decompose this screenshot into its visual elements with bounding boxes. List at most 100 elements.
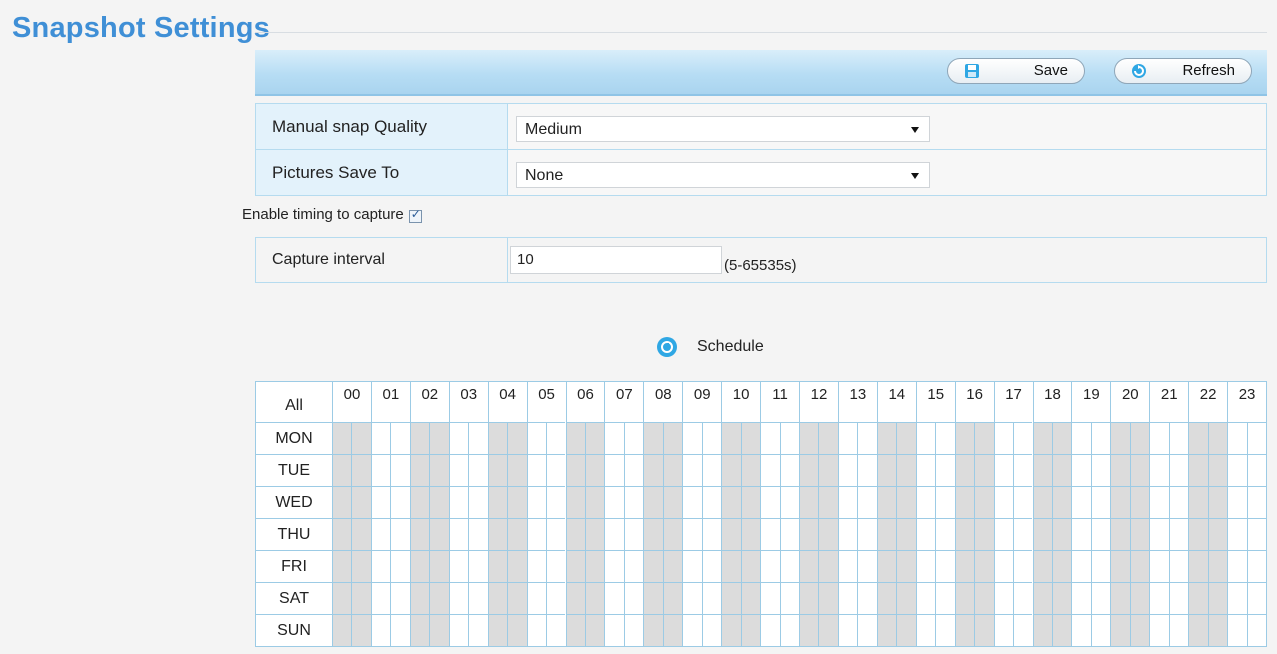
schedule-cell[interactable] bbox=[1090, 518, 1111, 550]
schedule-cell[interactable] bbox=[526, 614, 547, 646]
schedule-cell[interactable] bbox=[993, 422, 1014, 454]
schedule-cell[interactable] bbox=[448, 614, 469, 646]
schedule-cell[interactable] bbox=[896, 454, 916, 486]
schedule-cell[interactable] bbox=[662, 422, 683, 454]
schedule-cell[interactable] bbox=[954, 518, 975, 550]
schedule-cell[interactable] bbox=[896, 486, 916, 518]
schedule-cell[interactable] bbox=[1207, 518, 1228, 550]
schedule-cell[interactable] bbox=[487, 550, 508, 582]
schedule-cell[interactable] bbox=[760, 486, 780, 518]
schedule-cell[interactable] bbox=[409, 486, 430, 518]
hour-header-06[interactable]: 06 bbox=[565, 382, 605, 422]
schedule-cell[interactable] bbox=[565, 518, 585, 550]
schedule-cell[interactable] bbox=[857, 582, 877, 614]
schedule-cell[interactable] bbox=[1207, 550, 1228, 582]
schedule-cell[interactable] bbox=[526, 486, 547, 518]
schedule-cell[interactable] bbox=[1246, 422, 1266, 454]
schedule-cell[interactable] bbox=[623, 582, 644, 614]
schedule-cell[interactable] bbox=[448, 582, 469, 614]
schedule-cell[interactable] bbox=[1129, 422, 1150, 454]
hour-header-17[interactable]: 17 bbox=[993, 382, 1033, 422]
schedule-cell[interactable] bbox=[954, 582, 975, 614]
schedule-cell[interactable] bbox=[896, 614, 916, 646]
hour-header-22[interactable]: 22 bbox=[1188, 382, 1227, 422]
schedule-cell[interactable] bbox=[1149, 454, 1169, 486]
schedule-cell[interactable] bbox=[1013, 614, 1033, 646]
schedule-cell[interactable] bbox=[915, 518, 936, 550]
schedule-cell[interactable] bbox=[468, 486, 488, 518]
schedule-cell[interactable] bbox=[584, 550, 605, 582]
schedule-cell[interactable] bbox=[740, 422, 761, 454]
schedule-cell[interactable] bbox=[896, 518, 916, 550]
schedule-cell[interactable] bbox=[1013, 422, 1033, 454]
day-label-tue[interactable]: TUE bbox=[256, 454, 332, 486]
refresh-button[interactable]: Refresh bbox=[1114, 58, 1252, 84]
schedule-cell[interactable] bbox=[799, 422, 819, 454]
hour-header-13[interactable]: 13 bbox=[837, 382, 877, 422]
schedule-cell[interactable] bbox=[876, 550, 897, 582]
schedule-cell[interactable] bbox=[682, 614, 702, 646]
schedule-cell[interactable] bbox=[857, 518, 877, 550]
schedule-cell[interactable] bbox=[1129, 454, 1150, 486]
schedule-cell[interactable] bbox=[915, 582, 936, 614]
schedule-cell[interactable] bbox=[1246, 486, 1266, 518]
schedule-cell[interactable] bbox=[682, 486, 702, 518]
schedule-cell[interactable] bbox=[507, 518, 527, 550]
schedule-cell[interactable] bbox=[1032, 422, 1052, 454]
schedule-cell[interactable] bbox=[468, 454, 488, 486]
schedule-cell[interactable] bbox=[915, 422, 936, 454]
schedule-cell[interactable] bbox=[1227, 486, 1247, 518]
schedule-cell[interactable] bbox=[896, 422, 916, 454]
schedule-cell[interactable] bbox=[487, 614, 508, 646]
schedule-cell[interactable] bbox=[448, 518, 469, 550]
schedule-cell[interactable] bbox=[915, 550, 936, 582]
schedule-cell[interactable] bbox=[779, 582, 799, 614]
schedule-cell[interactable] bbox=[1071, 422, 1091, 454]
schedule-cell[interactable] bbox=[332, 518, 352, 550]
schedule-cell[interactable] bbox=[779, 518, 799, 550]
schedule-cell[interactable] bbox=[1129, 518, 1150, 550]
schedule-cell[interactable] bbox=[1207, 614, 1228, 646]
schedule-cell[interactable] bbox=[526, 582, 547, 614]
schedule-cell[interactable] bbox=[1051, 518, 1072, 550]
schedule-cell[interactable] bbox=[546, 454, 566, 486]
select-all-button[interactable]: All bbox=[256, 382, 332, 422]
schedule-cell[interactable] bbox=[623, 614, 644, 646]
schedule-cell[interactable] bbox=[935, 518, 955, 550]
schedule-cell[interactable] bbox=[409, 454, 430, 486]
schedule-cell[interactable] bbox=[623, 454, 644, 486]
schedule-cell[interactable] bbox=[1071, 582, 1091, 614]
schedule-cell[interactable] bbox=[1149, 614, 1169, 646]
schedule-cell[interactable] bbox=[876, 486, 897, 518]
schedule-cell[interactable] bbox=[546, 550, 566, 582]
schedule-cell[interactable] bbox=[1168, 582, 1189, 614]
schedule-cell[interactable] bbox=[896, 582, 916, 614]
schedule-cell[interactable] bbox=[662, 486, 683, 518]
schedule-cell[interactable] bbox=[1246, 550, 1266, 582]
schedule-cell[interactable] bbox=[935, 550, 955, 582]
schedule-cell[interactable] bbox=[1207, 454, 1228, 486]
schedule-cell[interactable] bbox=[1090, 422, 1111, 454]
schedule-cell[interactable] bbox=[682, 582, 702, 614]
schedule-cell[interactable] bbox=[487, 422, 508, 454]
hour-header-01[interactable]: 01 bbox=[370, 382, 410, 422]
schedule-cell[interactable] bbox=[1149, 550, 1169, 582]
schedule-cell[interactable] bbox=[1090, 614, 1111, 646]
schedule-cell[interactable] bbox=[1149, 486, 1169, 518]
schedule-cell[interactable] bbox=[662, 550, 683, 582]
schedule-cell[interactable] bbox=[993, 582, 1014, 614]
schedule-cell[interactable] bbox=[682, 422, 702, 454]
schedule-cell[interactable] bbox=[448, 422, 469, 454]
schedule-cell[interactable] bbox=[818, 486, 838, 518]
schedule-cell[interactable] bbox=[974, 518, 994, 550]
schedule-cell[interactable] bbox=[760, 614, 780, 646]
schedule-cell[interactable] bbox=[760, 550, 780, 582]
schedule-cell[interactable] bbox=[1246, 454, 1266, 486]
schedule-cell[interactable] bbox=[799, 518, 819, 550]
schedule-cell[interactable] bbox=[1129, 614, 1150, 646]
schedule-cell[interactable] bbox=[565, 582, 585, 614]
schedule-cell[interactable] bbox=[701, 614, 722, 646]
schedule-cell[interactable] bbox=[935, 486, 955, 518]
schedule-cell[interactable] bbox=[584, 518, 605, 550]
hour-header-23[interactable]: 23 bbox=[1227, 382, 1266, 422]
